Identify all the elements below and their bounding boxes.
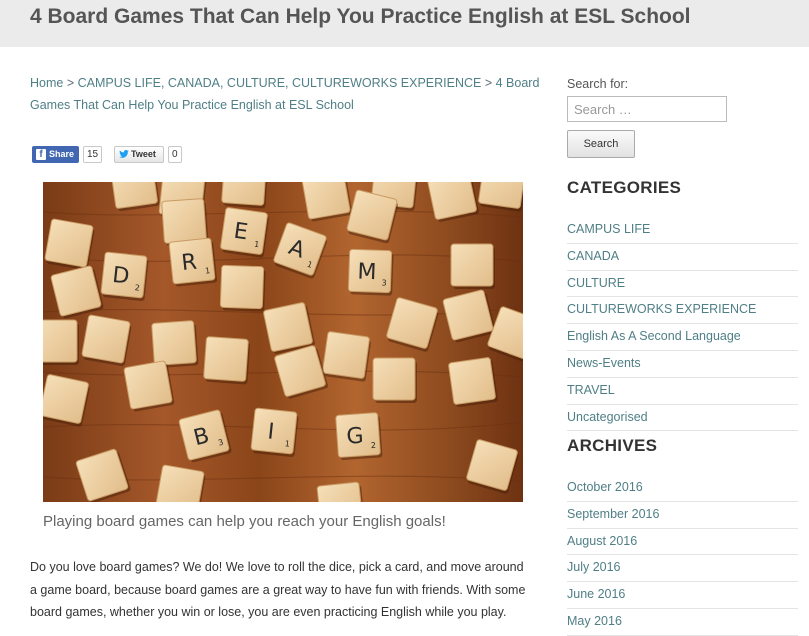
letter-tile: D2 — [100, 251, 149, 301]
svg-text:M: M — [357, 260, 377, 286]
svg-text:3: 3 — [381, 278, 386, 287]
blank-tile — [44, 218, 95, 271]
archive-item: October 2016 — [567, 475, 798, 502]
blank-tile — [203, 336, 250, 385]
category-link[interactable]: TRAVEL — [567, 383, 615, 397]
category-link[interactable]: English As A Second Language — [567, 329, 741, 343]
category-item: CULTURE — [567, 271, 798, 298]
blank-tile — [219, 264, 266, 312]
category-item: CAMPUS LIFE — [567, 217, 798, 244]
svg-text:D: D — [111, 263, 130, 290]
blank-tile — [43, 319, 79, 365]
search-label: Search for: — [567, 77, 629, 91]
search-input[interactable] — [567, 96, 727, 122]
letter-tile: R1 — [168, 237, 218, 287]
blank-tile — [372, 357, 417, 403]
article-paragraph: Do you love board games? We do! We love … — [30, 560, 526, 619]
blank-tile — [448, 357, 498, 408]
svg-text:2: 2 — [370, 441, 376, 450]
breadcrumb-separator: > — [63, 76, 78, 90]
breadcrumb-separator: > — [481, 76, 496, 90]
archive-item: July 2016 — [567, 555, 798, 583]
blank-tile — [151, 320, 199, 369]
category-item: TRAVEL — [567, 378, 798, 405]
twitter-tweet-label: Tweet — [131, 149, 156, 159]
search-button[interactable]: Search — [567, 130, 635, 158]
breadcrumb: Home > CAMPUS LIFE, CANADA, CULTURE, CUL… — [30, 72, 540, 116]
archive-item: May 2016 — [567, 609, 798, 636]
svg-text:G: G — [346, 424, 365, 450]
page-title: 4 Board Games That Can Help You Practice… — [30, 5, 691, 28]
twitter-bird-icon — [119, 150, 129, 158]
twitter-share-count: 0 — [168, 146, 182, 163]
letter-tile: G2 — [335, 412, 383, 461]
categories-heading: CATEGORIES — [567, 178, 682, 197]
facebook-f-icon: f — [36, 149, 46, 160]
facebook-share-button[interactable]: f Share — [32, 146, 79, 163]
letter-tile: I1 — [250, 407, 299, 457]
category-item: Uncategorised — [567, 405, 798, 432]
category-link[interactable]: CAMPUS LIFE — [567, 222, 650, 236]
category-link[interactable]: CANADA — [567, 249, 619, 263]
archive-link[interactable]: September 2016 — [567, 507, 659, 521]
archive-link[interactable]: October 2016 — [567, 480, 643, 494]
category-item: News-Events — [567, 351, 798, 378]
letter-tile: E1 — [220, 207, 269, 258]
image-caption: Playing board games can help you reach y… — [43, 513, 446, 530]
facebook-share-label: Share — [49, 149, 75, 159]
category-item: CANADA — [567, 244, 798, 271]
category-link[interactable]: CULTURE — [567, 276, 625, 290]
svg-text:1: 1 — [205, 266, 211, 275]
archive-link[interactable]: May 2016 — [567, 614, 622, 628]
archive-link[interactable]: August 2016 — [567, 534, 637, 548]
archives-heading: ARCHIVES — [567, 436, 658, 455]
svg-text:R: R — [180, 250, 198, 276]
blank-tile — [221, 182, 268, 209]
category-link[interactable]: CULTUREWORKS EXPERIENCE — [567, 302, 756, 316]
archive-link[interactable]: July 2016 — [567, 560, 621, 574]
letter-tile: M3 — [347, 248, 394, 296]
breadcrumb-categories-link[interactable]: CAMPUS LIFE, CANADA, CULTURE, CULTUREWOR… — [78, 76, 482, 90]
svg-text:1: 1 — [284, 439, 290, 448]
breadcrumb-home-link[interactable]: Home — [30, 76, 63, 90]
category-item: CULTUREWORKS EXPERIENCE — [567, 297, 798, 325]
twitter-tweet-button[interactable]: Tweet — [114, 146, 164, 163]
blank-tile — [322, 331, 371, 382]
categories-list: CAMPUS LIFE CANADA CULTURE CULTUREWORKS … — [567, 217, 798, 432]
archive-item: August 2016 — [567, 529, 798, 556]
title-bar: 4 Board Games That Can Help You Practice… — [0, 0, 809, 47]
blank-tile — [450, 243, 495, 289]
blank-tile — [81, 314, 132, 367]
article-featured-image: E1A1D2R1M3B3I1G2 — [43, 182, 523, 502]
archive-link[interactable]: June 2016 — [567, 587, 625, 601]
blank-tile — [123, 360, 175, 412]
facebook-share-count: 15 — [83, 146, 103, 163]
category-link[interactable]: News-Events — [567, 356, 641, 370]
category-item: English As A Second Language — [567, 324, 798, 351]
archives-list: October 2016 September 2016 August 2016 … — [567, 475, 798, 636]
scrabble-tiles-photo: E 1 A1D 2R 1 M 3B 3 I 1 G 2 — [43, 182, 523, 502]
archive-item: June 2016 — [567, 582, 798, 609]
category-link[interactable]: Uncategorised — [567, 410, 648, 424]
svg-text:2: 2 — [134, 283, 140, 292]
archive-item: September 2016 — [567, 502, 798, 529]
